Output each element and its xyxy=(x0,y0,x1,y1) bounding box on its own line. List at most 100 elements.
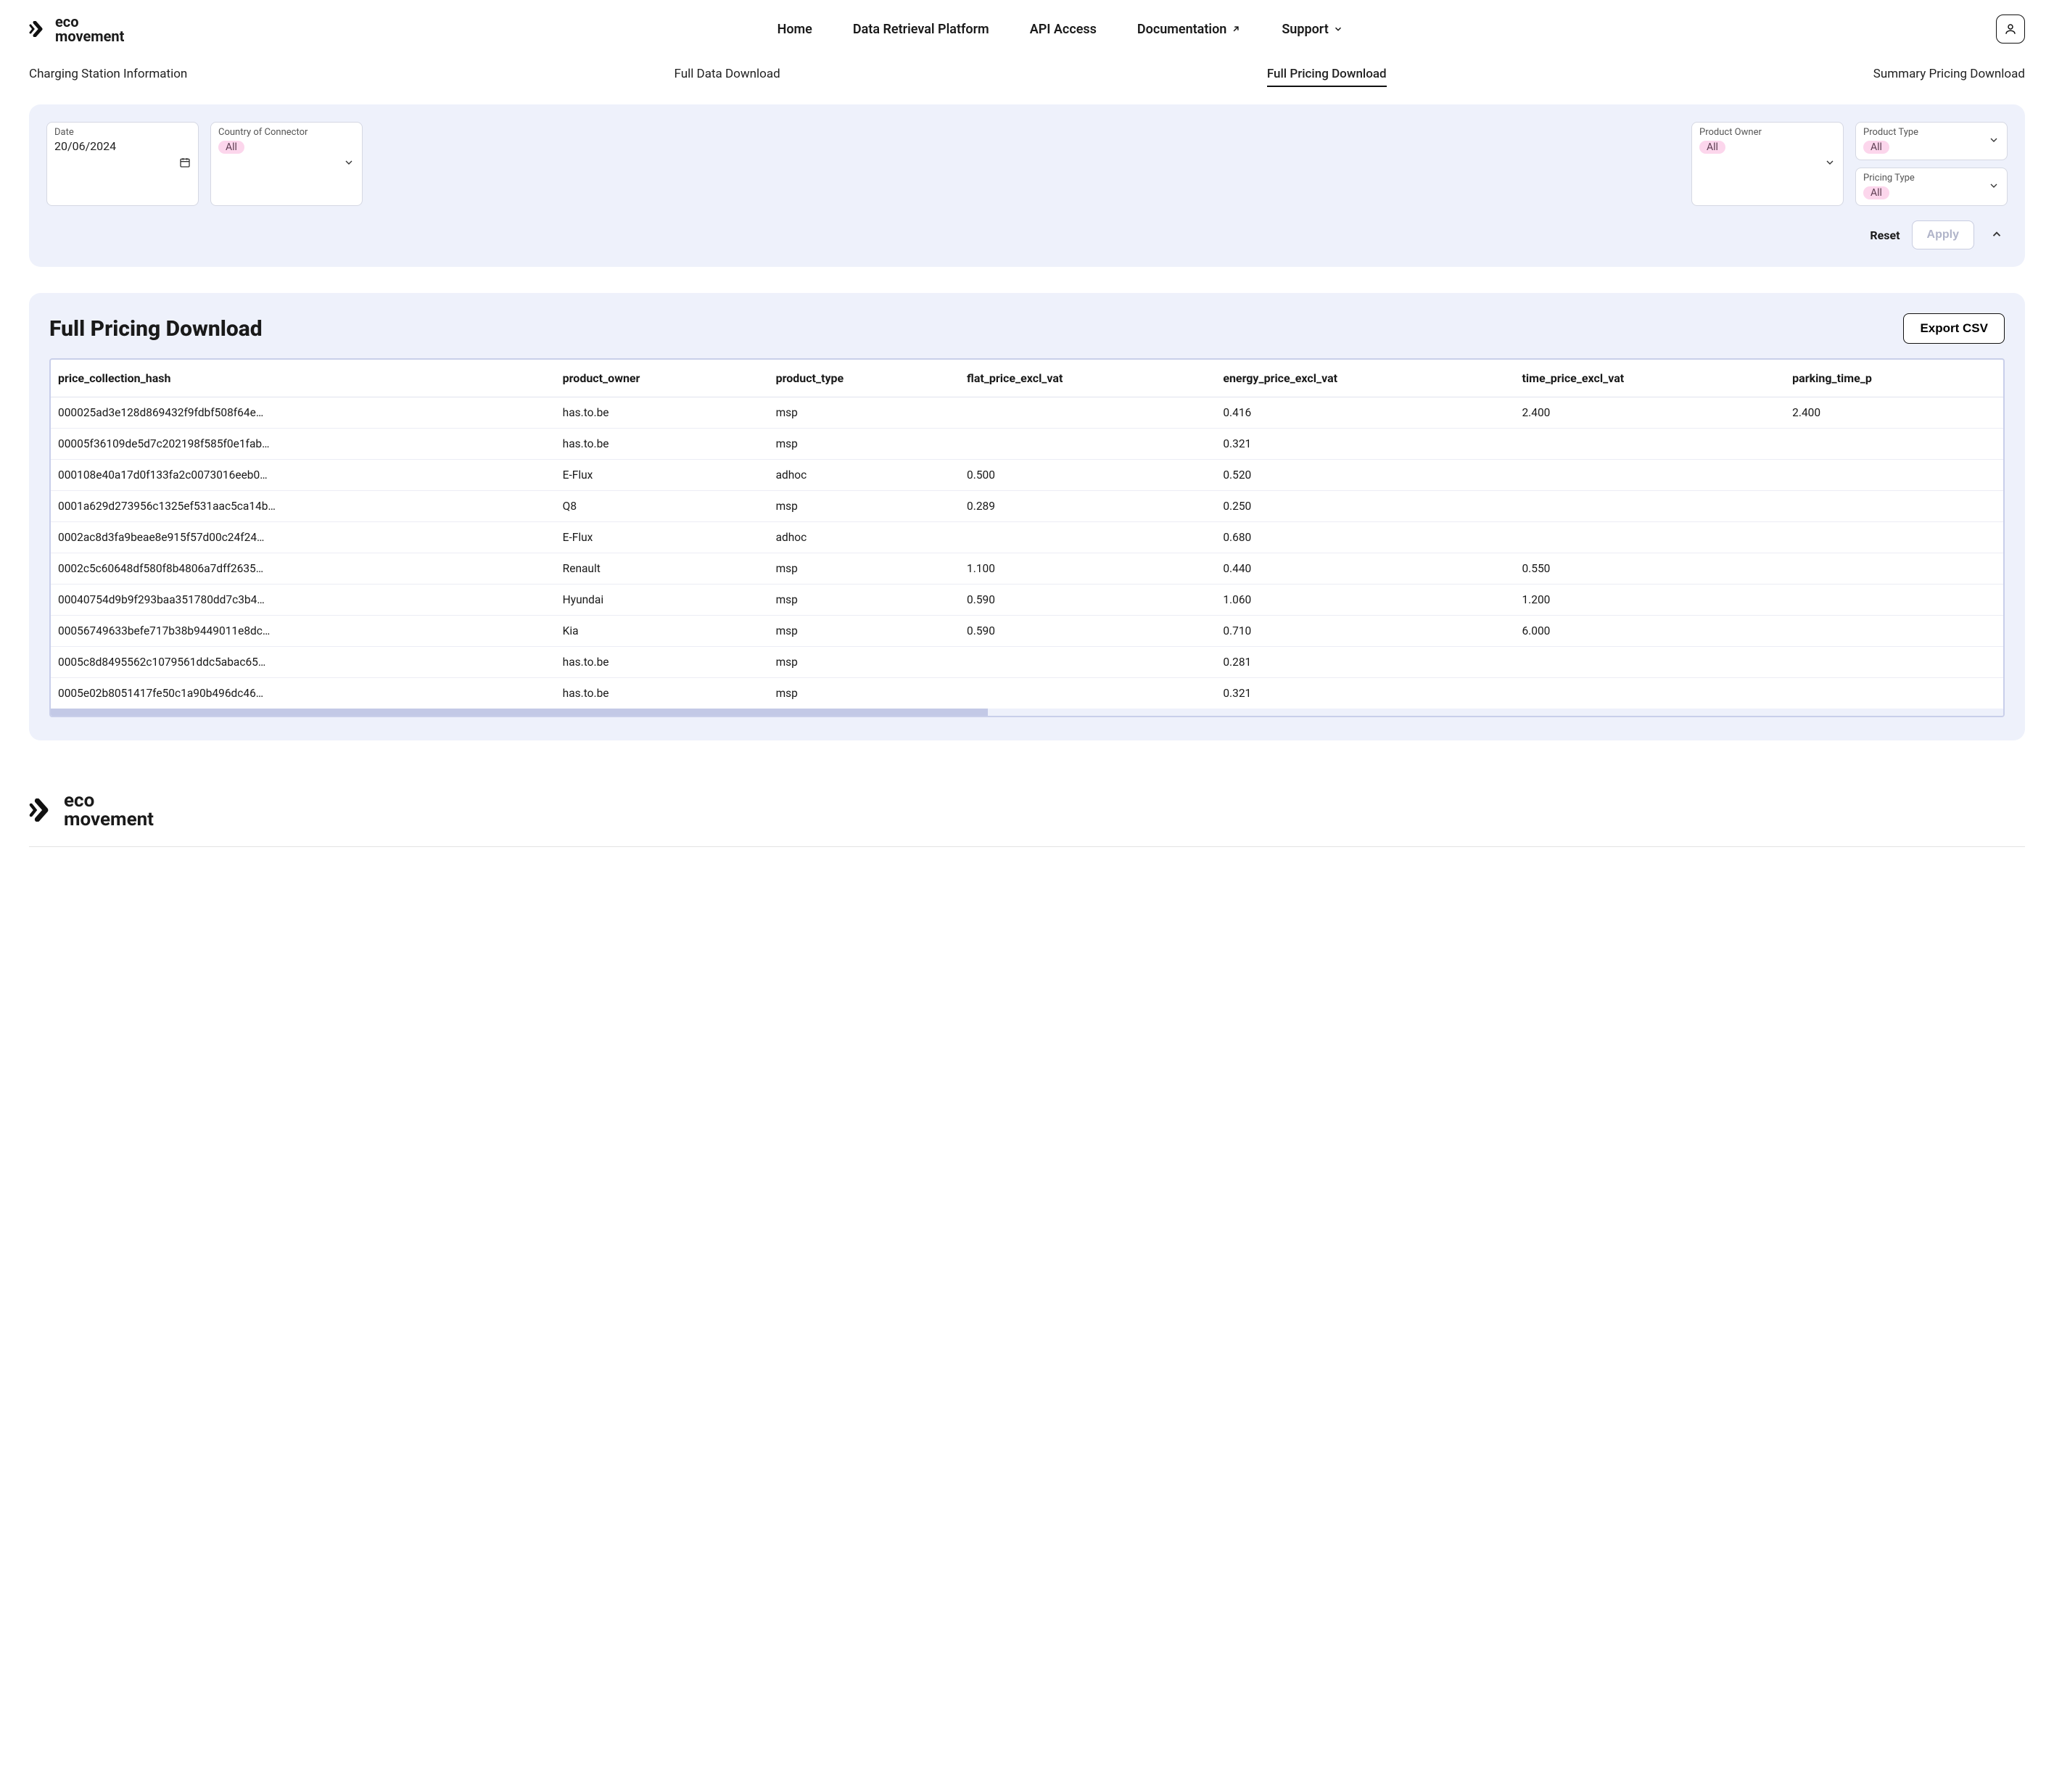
table-row[interactable]: 00056749633befe717b38b9449011e8dc…Kiamsp… xyxy=(51,616,2003,647)
chevron-down-icon xyxy=(1988,134,2000,149)
account-button[interactable] xyxy=(1996,15,2025,44)
product-type-filter-label: Product Type xyxy=(1863,127,2000,138)
product-owner-filter-label: Product Owner xyxy=(1699,127,1836,138)
export-csv-button[interactable]: Export CSV xyxy=(1903,313,2005,344)
nav-documentation-label: Documentation xyxy=(1137,22,1226,37)
table-cell xyxy=(1785,522,2003,553)
table-cell: Q8 xyxy=(556,491,769,522)
table-row[interactable]: 000108e40a17d0f133fa2c0073016eeb0…E-Flux… xyxy=(51,460,2003,491)
nav-data-retrieval[interactable]: Data Retrieval Platform xyxy=(853,22,989,37)
table-row[interactable]: 0002ac8d3fa9beae8e915f57d00c24f24…E-Flux… xyxy=(51,522,2003,553)
table-cell: msp xyxy=(769,616,960,647)
table-cell: 6.000 xyxy=(1514,616,1785,647)
product-type-filter-value: All xyxy=(1863,141,1889,154)
table-cell xyxy=(1514,491,1785,522)
table-cell: 0002c5c60648df580f8b4806a7dff2635… xyxy=(51,553,556,585)
column-header[interactable]: product_owner xyxy=(556,360,769,397)
date-filter-label: Date xyxy=(54,127,191,138)
tab-charging-station-info[interactable]: Charging Station Information xyxy=(29,67,187,87)
table-cell xyxy=(960,397,1216,429)
table-cell: 0.321 xyxy=(1216,678,1514,709)
column-header[interactable]: price_collection_hash xyxy=(51,360,556,397)
data-table-wrap[interactable]: price_collection_hashproduct_ownerproduc… xyxy=(49,358,2005,717)
main-nav: Home Data Retrieval Platform API Access … xyxy=(153,22,1967,37)
date-filter[interactable]: Date 20/06/2024 xyxy=(46,122,199,206)
table-row[interactable]: 000025ad3e128d869432f9fdbf508f64e…has.to… xyxy=(51,397,2003,429)
table-cell: 0.289 xyxy=(960,491,1216,522)
brand-mark-icon xyxy=(29,798,58,822)
chevron-up-icon xyxy=(1990,228,2003,241)
table-cell: 2.400 xyxy=(1514,397,1785,429)
chevron-down-icon xyxy=(1824,157,1836,171)
footer-brand-text: eco movement xyxy=(64,791,154,829)
table-cell: 1.100 xyxy=(960,553,1216,585)
pricing-type-filter[interactable]: Pricing Type All xyxy=(1855,168,2008,206)
country-filter[interactable]: Country of Connector All xyxy=(210,122,363,206)
reset-button[interactable]: Reset xyxy=(1870,228,1900,242)
pricing-type-filter-label: Pricing Type xyxy=(1863,173,2000,183)
table-cell: 1.060 xyxy=(1216,585,1514,616)
pricing-table: price_collection_hashproduct_ownerproduc… xyxy=(51,360,2003,709)
collapse-filters-button[interactable] xyxy=(1986,223,2008,247)
table-row[interactable]: 0002c5c60648df580f8b4806a7dff2635…Renaul… xyxy=(51,553,2003,585)
brand-line1: eco xyxy=(64,791,154,810)
table-row[interactable]: 00005f36109de5d7c202198f585f0e1fab…has.t… xyxy=(51,429,2003,460)
table-cell xyxy=(1785,460,2003,491)
product-type-filter[interactable]: Product Type All xyxy=(1855,122,2008,160)
horizontal-scrollbar[interactable] xyxy=(51,709,2003,716)
table-cell xyxy=(960,678,1216,709)
table-row[interactable]: 0005c8d8495562c1079561ddc5abac65…has.to.… xyxy=(51,647,2003,678)
table-cell: msp xyxy=(769,678,960,709)
table-row[interactable]: 0001a629d273956c1325ef531aac5ca14b…Q8msp… xyxy=(51,491,2003,522)
footer: eco movement xyxy=(0,769,2054,876)
column-header[interactable]: energy_price_excl_vat xyxy=(1216,360,1514,397)
chevron-down-icon xyxy=(1333,24,1343,34)
tab-full-data-download[interactable]: Full Data Download xyxy=(674,67,780,87)
column-header[interactable]: flat_price_excl_vat xyxy=(960,360,1216,397)
nav-support[interactable]: Support xyxy=(1282,22,1342,37)
table-cell xyxy=(1785,429,2003,460)
table-cell: 0005c8d8495562c1079561ddc5abac65… xyxy=(51,647,556,678)
footer-logo[interactable]: eco movement xyxy=(29,791,2025,829)
country-filter-value: All xyxy=(218,141,244,154)
table-cell: msp xyxy=(769,429,960,460)
table-cell: 0.321 xyxy=(1216,429,1514,460)
table-cell xyxy=(1785,553,2003,585)
apply-button[interactable]: Apply xyxy=(1912,220,1974,249)
table-cell: msp xyxy=(769,397,960,429)
table-cell: has.to.be xyxy=(556,678,769,709)
brand-text: eco movement xyxy=(55,15,124,44)
date-filter-value: 20/06/2024 xyxy=(54,139,191,153)
nav-home[interactable]: Home xyxy=(778,22,812,37)
table-cell: 0.416 xyxy=(1216,397,1514,429)
country-filter-label: Country of Connector xyxy=(218,127,355,138)
table-cell xyxy=(1785,647,2003,678)
table-row[interactable]: 00040754d9b9f293baa351780dd7c3b4…Hyundai… xyxy=(51,585,2003,616)
table-cell: 0.440 xyxy=(1216,553,1514,585)
table-cell xyxy=(960,647,1216,678)
chevron-down-icon xyxy=(343,157,355,171)
table-cell: 0.281 xyxy=(1216,647,1514,678)
table-cell: has.to.be xyxy=(556,429,769,460)
pricing-type-filter-value: All xyxy=(1863,186,1889,199)
table-cell: msp xyxy=(769,553,960,585)
sub-tabs: Charging Station Information Full Data D… xyxy=(0,58,2054,104)
table-row[interactable]: 0005e02b8051417fe50c1a90b496dc46…has.to.… xyxy=(51,678,2003,709)
tab-full-pricing-download[interactable]: Full Pricing Download xyxy=(1267,67,1387,87)
nav-documentation[interactable]: Documentation xyxy=(1137,22,1241,37)
tab-summary-pricing-download[interactable]: Summary Pricing Download xyxy=(1873,67,2025,87)
brand-logo[interactable]: eco movement xyxy=(29,15,124,44)
table-cell: Hyundai xyxy=(556,585,769,616)
table-cell: 0.250 xyxy=(1216,491,1514,522)
table-header-row: price_collection_hashproduct_ownerproduc… xyxy=(51,360,2003,397)
column-header[interactable]: product_type xyxy=(769,360,960,397)
nav-api-access[interactable]: API Access xyxy=(1030,22,1097,37)
table-cell: 2.400 xyxy=(1785,397,2003,429)
table-cell xyxy=(960,522,1216,553)
table-cell xyxy=(1514,460,1785,491)
column-header[interactable]: parking_time_p xyxy=(1785,360,2003,397)
product-owner-filter[interactable]: Product Owner All xyxy=(1691,122,1844,206)
column-header[interactable]: time_price_excl_vat xyxy=(1514,360,1785,397)
table-cell xyxy=(1514,647,1785,678)
table-cell: 00040754d9b9f293baa351780dd7c3b4… xyxy=(51,585,556,616)
